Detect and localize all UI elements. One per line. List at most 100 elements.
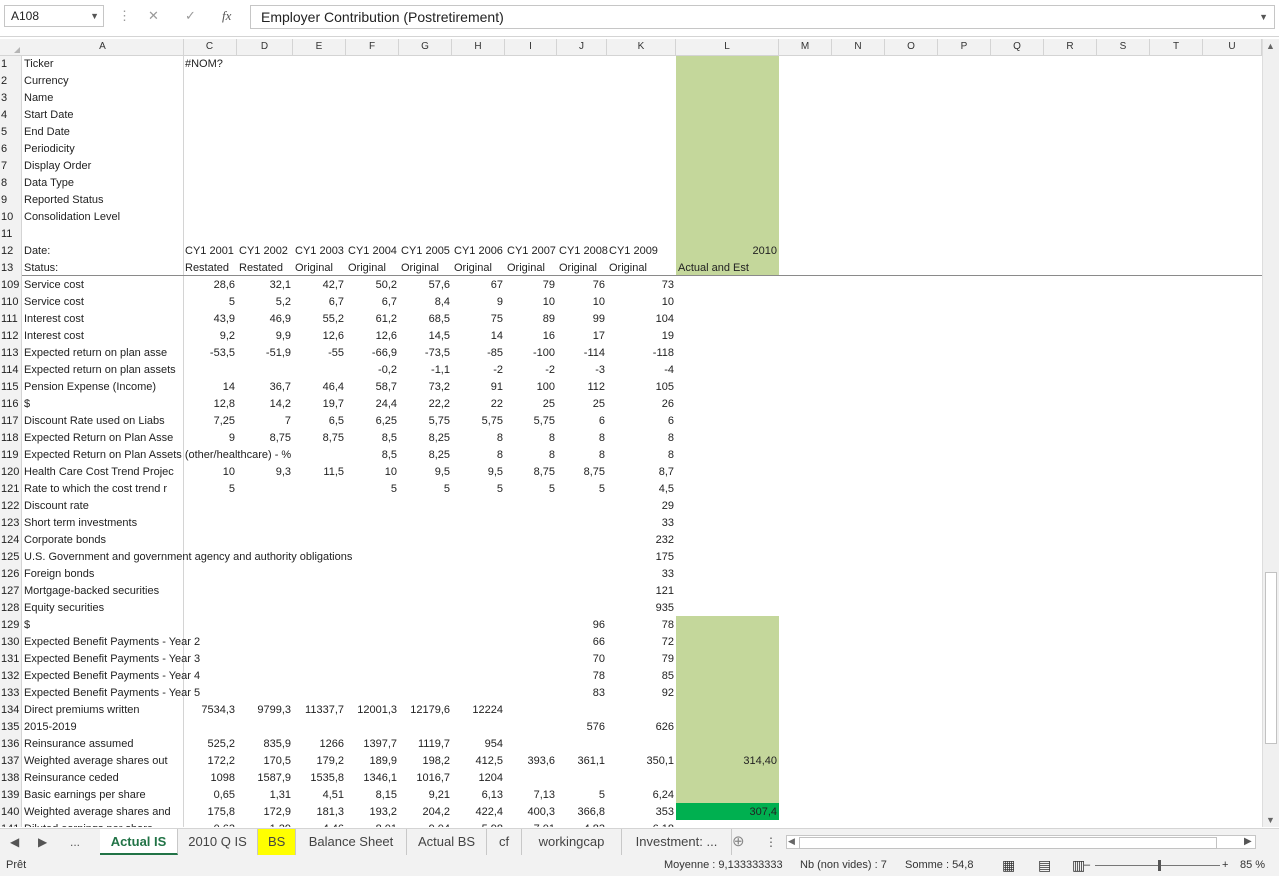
name-box[interactable]: A108 ▼ — [4, 5, 104, 27]
cell-I[interactable]: 8 — [505, 447, 557, 464]
column-header[interactable]: D — [237, 39, 293, 55]
cell-H[interactable]: 954 — [452, 736, 505, 753]
cell-A[interactable]: Consolidation Level — [22, 209, 184, 226]
cell-E[interactable]: 19,7 — [293, 396, 346, 413]
cell-A[interactable]: Pension Expense (Income) — [22, 379, 184, 396]
cell-D[interactable]: CY1 2002 — [237, 243, 293, 260]
cell-C[interactable]: 28,6 — [183, 277, 237, 294]
row-header[interactable]: 132 — [0, 668, 22, 685]
row-header[interactable]: 109 — [0, 277, 22, 294]
row-header[interactable]: 140 — [0, 804, 22, 821]
cell-F[interactable]: 8,15 — [346, 787, 399, 804]
row-header[interactable]: 6 — [0, 141, 22, 158]
cell-G[interactable]: 5 — [399, 481, 452, 498]
column-header[interactable]: L — [676, 39, 779, 55]
cell-J[interactable]: 4,83 — [557, 821, 607, 827]
cell-F[interactable]: Original — [346, 260, 399, 277]
cell-K[interactable]: 19 — [607, 328, 676, 345]
cell-H[interactable]: -2 — [452, 362, 505, 379]
cell-H[interactable]: 14 — [452, 328, 505, 345]
cell-I[interactable]: 7,01 — [505, 821, 557, 827]
cell-D[interactable]: Restated — [237, 260, 293, 277]
cell-G[interactable]: 1016,7 — [399, 770, 452, 787]
row-header[interactable]: 122 — [0, 498, 22, 515]
cell-D[interactable]: 1,31 — [237, 787, 293, 804]
cell-I[interactable]: 400,3 — [505, 804, 557, 821]
cell-A[interactable]: Expected Benefit Payments - Year 4 — [22, 668, 522, 685]
cell-K[interactable]: CY1 2009 — [607, 243, 676, 260]
cell-K[interactable]: 105 — [607, 379, 676, 396]
cell-L[interactable]: 307,4 — [676, 804, 779, 821]
cell-A[interactable]: Health Care Cost Trend Projec — [22, 464, 184, 481]
cell-C[interactable]: 7,25 — [183, 413, 237, 430]
cell-H[interactable]: 12224 — [452, 702, 505, 719]
cell-E[interactable]: Original — [293, 260, 346, 277]
horizontal-scrollbar[interactable]: ◀ — [786, 835, 1256, 849]
normal-view-icon[interactable]: ▦ — [1002, 855, 1015, 876]
cell-A[interactable]: Currency — [22, 73, 184, 90]
cell-F[interactable]: 24,4 — [346, 396, 399, 413]
cell-G[interactable]: 8,4 — [399, 294, 452, 311]
cell-J[interactable]: CY1 2008 — [557, 243, 608, 260]
zoom-out-icon[interactable]: – — [1084, 855, 1090, 876]
column-header[interactable]: P — [938, 39, 991, 55]
cell-J[interactable]: Original — [557, 260, 607, 277]
cell-J[interactable]: 17 — [557, 328, 607, 345]
cell-G[interactable]: 198,2 — [399, 753, 452, 770]
row-header[interactable]: 121 — [0, 481, 22, 498]
cell-H[interactable]: 22 — [452, 396, 505, 413]
cell-J[interactable]: 99 — [557, 311, 607, 328]
cell-K[interactable]: 350,1 — [607, 753, 676, 770]
cell-I[interactable]: 5,75 — [505, 413, 557, 430]
row-header[interactable]: 111 — [0, 311, 22, 328]
row-header[interactable]: 116 — [0, 396, 22, 413]
cell-H[interactable]: CY1 2006 — [452, 243, 505, 260]
cell-K[interactable]: 78 — [607, 617, 676, 634]
cell-F[interactable]: 8,01 — [346, 821, 399, 827]
row-header[interactable]: 13 — [0, 260, 22, 277]
cell-J[interactable]: 8 — [557, 430, 607, 447]
page-layout-icon[interactable]: ▤ — [1038, 855, 1051, 876]
cell-A[interactable]: Weighted average shares and — [22, 804, 184, 821]
cell-C[interactable]: #NOM? — [183, 56, 237, 73]
cell-J[interactable]: 66 — [557, 634, 607, 651]
cell-K[interactable]: 8 — [607, 430, 676, 447]
cell-K[interactable]: 79 — [607, 651, 676, 668]
cell-H[interactable]: 67 — [452, 277, 505, 294]
row-header[interactable]: 1 — [0, 56, 22, 73]
row-header[interactable]: 133 — [0, 685, 22, 702]
cell-C[interactable]: 43,9 — [183, 311, 237, 328]
cell-A[interactable]: Discount rate — [22, 498, 184, 515]
cell-D[interactable]: 7 — [237, 413, 293, 430]
cell-E[interactable]: 42,7 — [293, 277, 346, 294]
cell-E[interactable]: 181,3 — [293, 804, 346, 821]
cell-F[interactable]: -66,9 — [346, 345, 399, 362]
row-header[interactable]: 5 — [0, 124, 22, 141]
cell-F[interactable]: 50,2 — [346, 277, 399, 294]
cell-F[interactable]: CY1 2004 — [346, 243, 399, 260]
cell-A[interactable]: Status: — [22, 260, 184, 277]
cell-D[interactable]: -51,9 — [237, 345, 293, 362]
column-header[interactable]: T — [1150, 39, 1203, 55]
cell-I[interactable]: CY1 2007 — [505, 243, 557, 260]
cell-C[interactable]: 0,63 — [183, 821, 237, 827]
cell-D[interactable]: 5,2 — [237, 294, 293, 311]
cell-A[interactable]: Mortgage-backed securities — [22, 583, 184, 600]
cell-J[interactable]: 361,1 — [557, 753, 607, 770]
column-header[interactable]: R — [1044, 39, 1097, 55]
cell-C[interactable]: Restated — [183, 260, 237, 277]
cell-I[interactable]: 7,13 — [505, 787, 557, 804]
sheet-tab[interactable]: workingcap — [522, 829, 622, 855]
cell-G[interactable]: 73,2 — [399, 379, 452, 396]
cell-K[interactable]: -4 — [607, 362, 676, 379]
cell-E[interactable]: 11,5 — [293, 464, 346, 481]
cell-G[interactable]: -1,1 — [399, 362, 452, 379]
cell-E[interactable]: 4,46 — [293, 821, 346, 827]
row-header[interactable]: 127 — [0, 583, 22, 600]
cell-A[interactable]: $ — [22, 396, 184, 413]
cell-A[interactable]: Name — [22, 90, 184, 107]
cell-H[interactable]: 5,98 — [452, 821, 505, 827]
row-header[interactable]: 129 — [0, 617, 22, 634]
cell-A[interactable]: Data Type — [22, 175, 184, 192]
column-header[interactable]: E — [293, 39, 346, 55]
